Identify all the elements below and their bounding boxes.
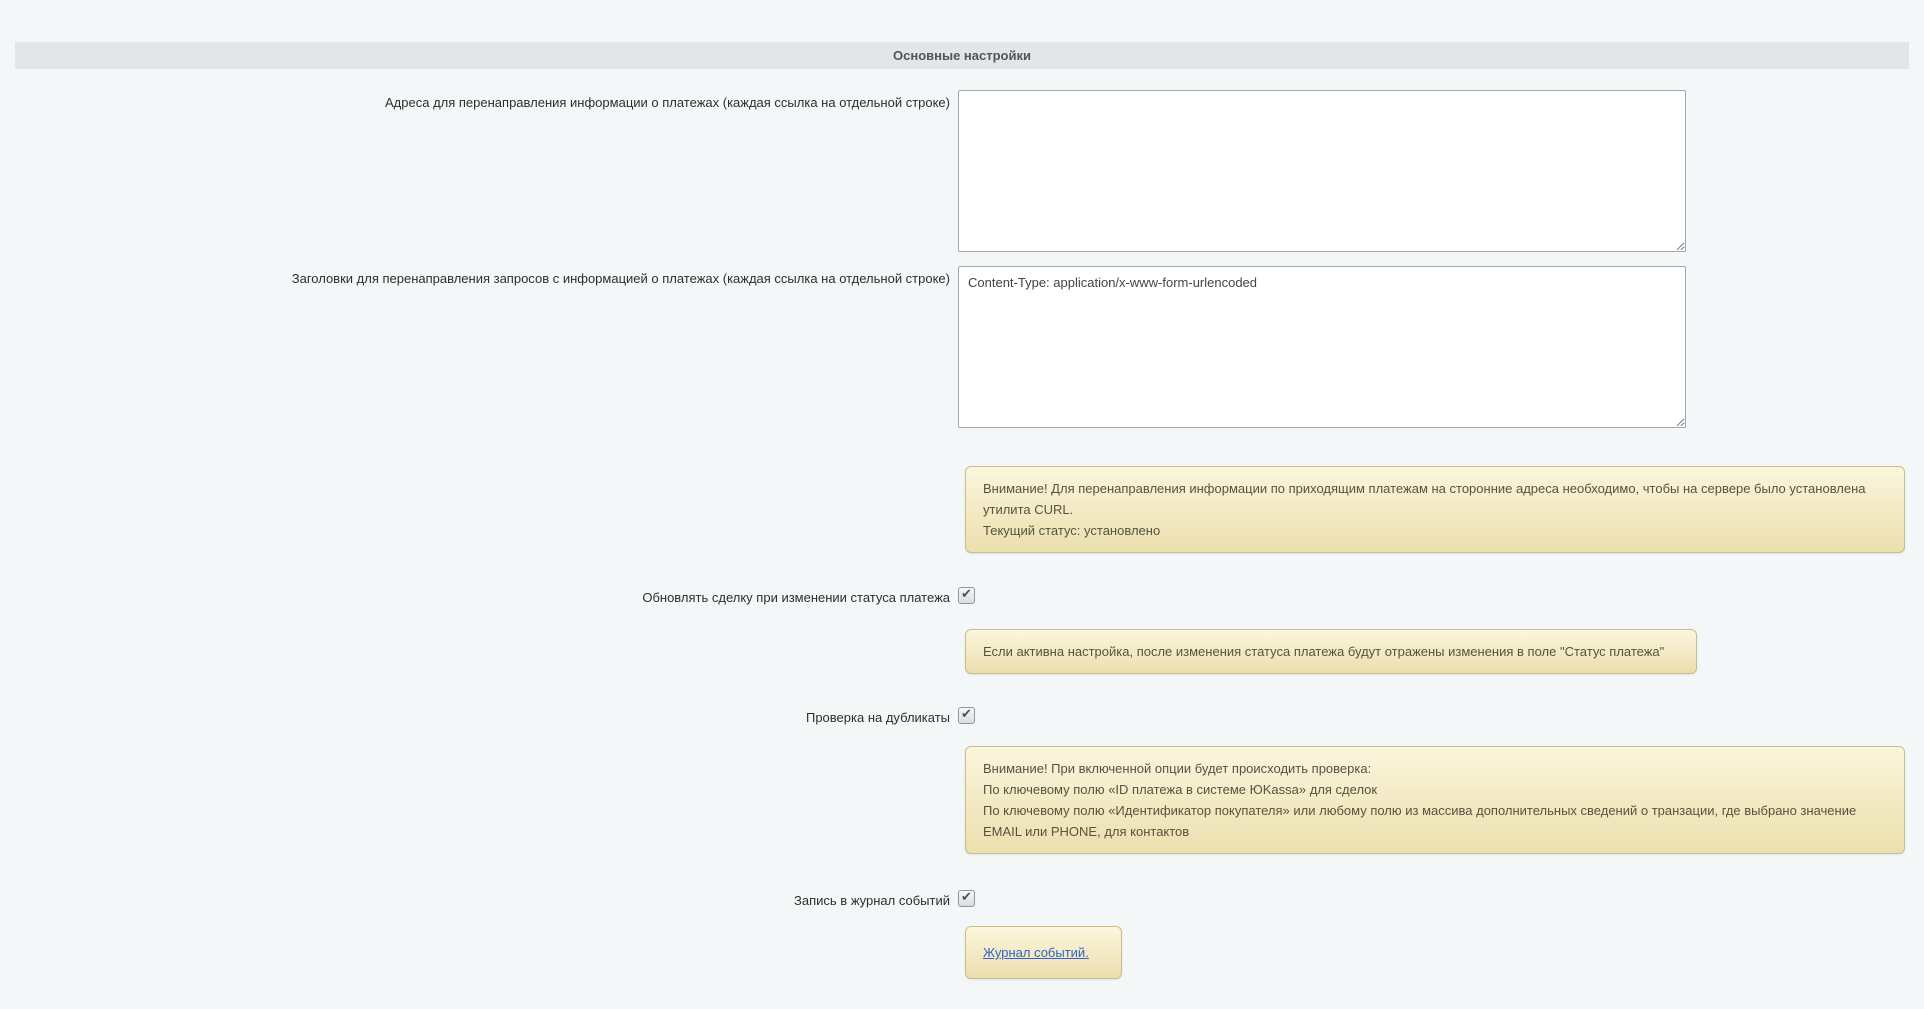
- curl-notice-line1: Внимание! Для перенаправления информации…: [983, 478, 1887, 520]
- event-log-checkbox[interactable]: [958, 890, 975, 907]
- curl-notice: Внимание! Для перенаправления информации…: [965, 466, 1905, 553]
- curl-notice-wrap: Внимание! Для перенаправления информации…: [958, 466, 1924, 553]
- section-header: Основные настройки: [15, 42, 1909, 69]
- duplicate-check-note: Внимание! При включенной опции будет про…: [965, 746, 1905, 854]
- row-redirect-addresses: Адреса для перенаправления информации о …: [0, 90, 1924, 252]
- row-update-deal: Обновлять сделку при изменении статуса п…: [0, 586, 1924, 606]
- redirect-addresses-label: Адреса для перенаправления информации о …: [0, 90, 950, 111]
- curl-notice-line2: Текущий статус: установлено: [983, 520, 1887, 541]
- update-deal-checkbox[interactable]: [958, 587, 975, 604]
- row-event-log: Запись в журнал событий: [0, 889, 1924, 909]
- redirect-headers-textarea[interactable]: Content-Type: application/x-www-form-url…: [958, 266, 1686, 428]
- duplicate-check-note-line1: Внимание! При включенной опции будет про…: [983, 758, 1887, 779]
- update-deal-note-wrap: Если активна настройка, после изменения …: [958, 629, 1924, 674]
- redirect-headers-label: Заголовки для перенаправления запросов с…: [0, 266, 950, 287]
- update-deal-note-text: Если активна настройка, после изменения …: [983, 641, 1679, 662]
- duplicate-check-checkbox[interactable]: [958, 707, 975, 724]
- duplicate-check-note-wrap: Внимание! При включенной опции будет про…: [958, 746, 1924, 854]
- event-log-link-wrap: Журнал событий.: [958, 926, 1924, 979]
- duplicate-check-label: Проверка на дубликаты: [0, 706, 950, 726]
- event-log-link-box: Журнал событий.: [965, 926, 1122, 979]
- row-redirect-headers: Заголовки для перенаправления запросов с…: [0, 266, 1924, 428]
- duplicate-check-note-line3: По ключевому полю «Идентификатор покупат…: [983, 800, 1887, 842]
- event-log-label: Запись в журнал событий: [0, 889, 950, 909]
- section-title: Основные настройки: [893, 48, 1031, 63]
- update-deal-label: Обновлять сделку при изменении статуса п…: [0, 586, 950, 606]
- settings-page: Основные настройки Адреса для перенаправ…: [0, 0, 1924, 1009]
- row-duplicate-check: Проверка на дубликаты: [0, 706, 1924, 726]
- redirect-addresses-textarea[interactable]: [958, 90, 1686, 252]
- update-deal-note: Если активна настройка, после изменения …: [965, 629, 1697, 674]
- duplicate-check-note-line2: По ключевому полю «ID платежа в системе …: [983, 779, 1887, 800]
- event-log-link[interactable]: Журнал событий.: [983, 945, 1089, 960]
